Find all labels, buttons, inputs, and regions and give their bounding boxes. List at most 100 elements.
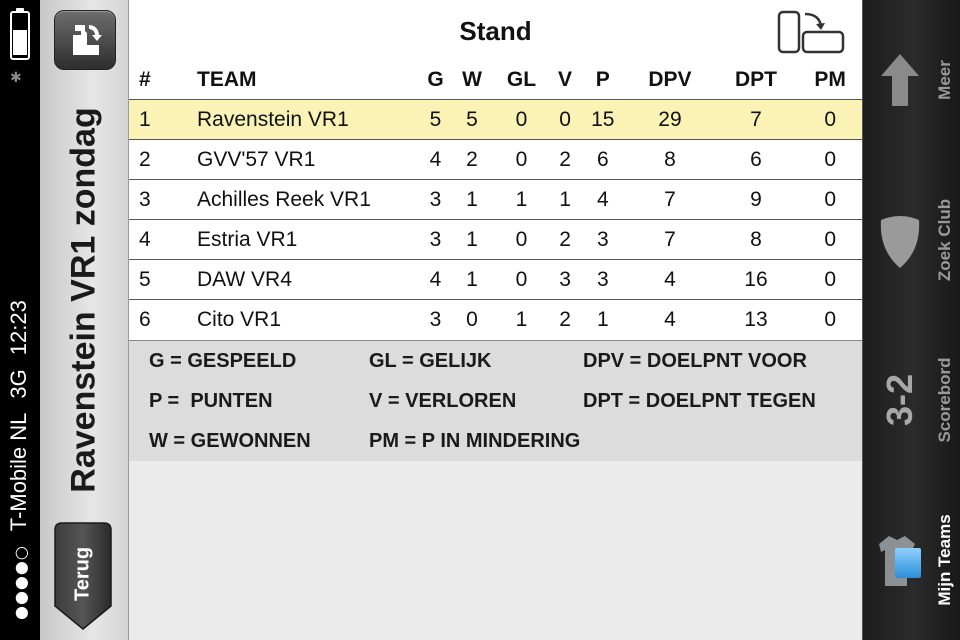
table-cell: 29	[626, 99, 714, 140]
column-header: W	[462, 67, 482, 91]
table-cell: 8	[626, 139, 714, 180]
legend-item: G = GESPEELD	[149, 350, 297, 372]
scoreboard-icon: 3-2	[879, 373, 920, 427]
table-cell: 0	[798, 219, 862, 260]
column-header: PM	[814, 67, 846, 91]
standings-panel: Stand # TEAM G W GL V P DPV DPT PM 1 Rav…	[129, 0, 862, 640]
table-cell: 9	[713, 179, 799, 220]
tab-bar: Meer Zoek Club 3-2 Scorebord Mijn Teams	[862, 0, 960, 640]
team-name-cell: Cito VR1	[197, 299, 419, 339]
status-bar: ✱ ●●●●○ T-Mobile NL 3G 12:23	[0, 0, 40, 640]
legend-item: V = VERLOREN	[369, 390, 517, 412]
tab-label: Scorebord	[935, 357, 954, 443]
shield-icon	[880, 216, 920, 268]
table-cell: 5	[129, 259, 197, 300]
column-header: V	[558, 67, 573, 91]
bluetooth-icon: ✱	[10, 70, 22, 86]
team-name-cell: GVV'57 VR1	[197, 139, 419, 180]
table-cell: 1	[579, 299, 627, 339]
team-name-cell: Estria VR1	[197, 219, 419, 260]
table-cell: 0	[550, 99, 580, 140]
table-cell: 0	[492, 139, 551, 180]
table-cell: 6	[579, 139, 627, 180]
column-header: DPT	[734, 67, 777, 91]
table-cell: 2	[550, 219, 580, 260]
back-button[interactable]: Terug	[54, 522, 112, 630]
table-cell: 15	[579, 99, 627, 140]
table-cell: 2	[550, 299, 580, 339]
column-header: P	[595, 67, 610, 91]
table-cell: 4	[419, 259, 452, 300]
column-header: #	[139, 67, 151, 91]
table-cell: 7	[626, 179, 714, 220]
table-cell: 6	[129, 299, 197, 339]
table-cell: 3	[129, 179, 197, 220]
table-cell: 4	[626, 299, 714, 339]
team-name-cell: Achilles Reek VR1	[197, 179, 419, 220]
tab-label: Meer	[935, 60, 954, 100]
carrier-label: T-Mobile NL	[6, 412, 31, 532]
tab-meer[interactable]: Meer	[863, 0, 960, 160]
table-header-row: # TEAM G W GL V P DPV DPT PM	[129, 60, 862, 100]
table-cell: 3	[579, 219, 627, 260]
legend-item: P = PUNTEN	[149, 390, 273, 412]
table-cell: 0	[798, 139, 862, 180]
table-cell: 0	[798, 179, 862, 220]
table-row[interactable]: 3 Achilles Reek VR1 3 1 1 1 4 7 9 0	[129, 179, 862, 220]
status-text: ●●●●○ T-Mobile NL 3G 12:23	[6, 286, 34, 620]
table-cell: 7	[713, 99, 799, 140]
column-header: GL	[506, 67, 537, 91]
table-cell: 5	[419, 99, 452, 140]
table-cell: 4	[626, 259, 714, 300]
table-cell: 1	[451, 259, 493, 300]
table-cell: 8	[713, 219, 799, 260]
legend-item: DPV = DOELPNT VOOR	[583, 350, 807, 372]
table-row[interactable]: 5 DAW VR4 4 1 0 3 3 4 16 0	[129, 259, 862, 300]
table-cell: 4	[579, 179, 627, 220]
table-cell: 0	[451, 299, 493, 339]
table-cell: 2	[451, 139, 493, 180]
standings-table-panel: Stand # TEAM G W GL V P DPV DPT PM 1 Rav…	[129, 0, 862, 340]
table-cell: 16	[713, 259, 799, 300]
table-row[interactable]: 1 Ravenstein VR1 5 5 0 0 15 29 7 0	[129, 99, 862, 140]
tab-mijn-teams[interactable]: Mijn Teams	[863, 480, 960, 640]
tab-zoek-club[interactable]: Zoek Club	[863, 160, 960, 320]
column-header: DPV	[648, 67, 692, 91]
legend: G = GESPEELD GL = GELIJK DPV = DOELPNT V…	[129, 340, 862, 461]
team-name-cell: Ravenstein VR1	[197, 99, 419, 140]
table-cell: 6	[713, 139, 799, 180]
tab-scorebord[interactable]: 3-2 Scorebord	[863, 320, 960, 480]
table-row[interactable]: 4 Estria VR1 3 1 0 2 3 7 8 0	[129, 219, 862, 260]
battery-icon	[10, 8, 30, 60]
table-cell: 3	[419, 179, 452, 220]
table-cell: 1	[451, 179, 493, 220]
network-label: 3G	[6, 369, 31, 399]
signal-strength-icon: ●●●●○	[11, 545, 30, 620]
table-cell: 0	[492, 259, 551, 300]
legend-item: PM = P IN MINDERING	[369, 430, 581, 452]
standings-table: # TEAM G W GL V P DPV DPT PM 1 Ravenstein…	[129, 60, 862, 339]
table-cell: 0	[798, 259, 862, 300]
table-title: Stand	[459, 16, 532, 46]
column-header: TEAM	[197, 67, 257, 91]
table-cell: 2	[129, 139, 197, 180]
table-cell: 0	[492, 219, 551, 260]
arrow-up-icon	[881, 54, 919, 106]
tab-label: Zoek Club	[935, 198, 954, 282]
page-title: Ravenstein VR1 zondag	[64, 107, 103, 493]
table-cell: 3	[419, 299, 452, 339]
table-cell: 0	[798, 99, 862, 140]
table-cell: 1	[129, 99, 197, 140]
table-row[interactable]: 2 GVV'57 VR1 4 2 0 2 6 8 6 0	[129, 139, 862, 180]
orientation-toggle-icon[interactable]	[777, 10, 847, 56]
team-name-cell: DAW VR4	[197, 259, 419, 300]
table-row[interactable]: 6 Cito VR1 3 0 1 2 1 4 13 0	[129, 299, 862, 339]
table-cell: 1	[492, 179, 551, 220]
title-bar: Ravenstein VR1 zondag Terug	[40, 0, 129, 640]
table-cell: 3	[419, 219, 452, 260]
rotate-view-button[interactable]	[54, 10, 116, 70]
legend-item: DPT = DOELPNT TEGEN	[583, 390, 816, 412]
clock: 12:23	[6, 300, 31, 356]
table-cell: 1	[550, 179, 580, 220]
table-cell: 1	[492, 299, 551, 339]
